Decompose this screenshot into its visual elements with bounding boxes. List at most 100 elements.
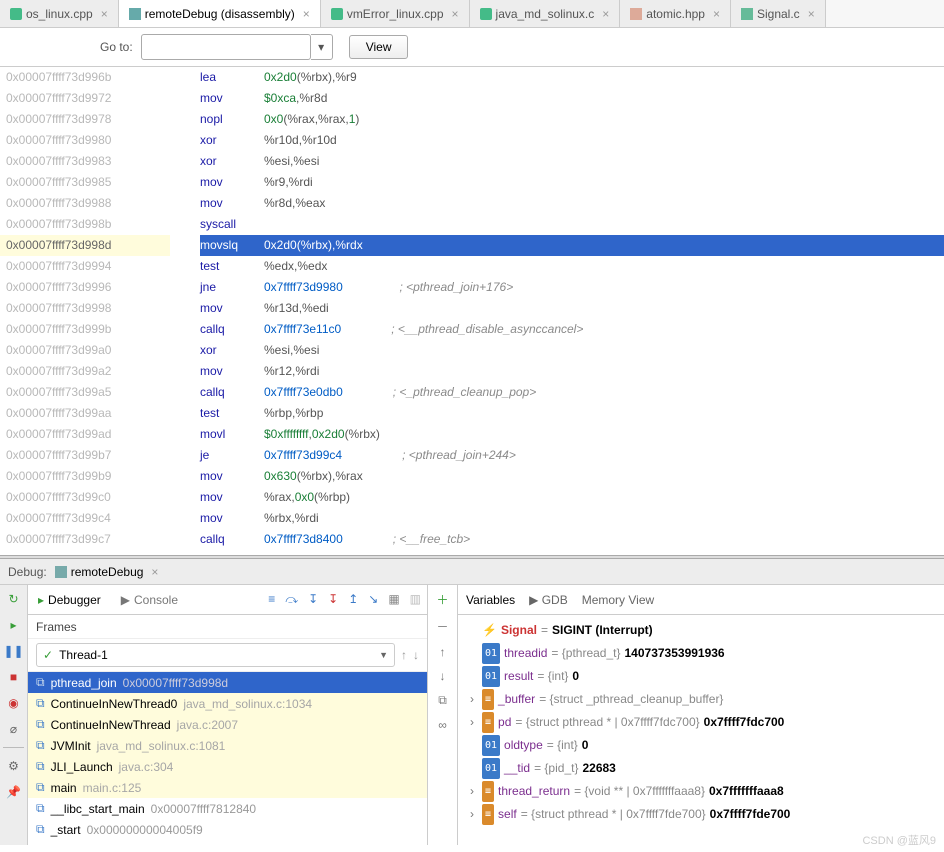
close-icon[interactable]: × <box>101 7 108 21</box>
asm-row[interactable]: 0x00007ffff73d99b7je0x7ffff73d99c4 ; <pt… <box>0 445 944 466</box>
asm-row[interactable]: 0x00007ffff73d9988mov%r8d,%eax <box>0 193 944 214</box>
thread-name: Thread-1 <box>59 648 108 662</box>
down-icon[interactable]: ↓ <box>440 669 446 683</box>
close-icon[interactable]: × <box>808 7 815 21</box>
file-tab[interactable]: vmError_linux.cpp× <box>321 0 470 27</box>
mute-breakpoints-icon[interactable]: ⌀ <box>6 721 22 737</box>
up-icon[interactable]: ↑ <box>440 645 446 659</box>
view-button[interactable]: View <box>349 35 409 59</box>
link-icon[interactable]: ∞ <box>438 718 447 732</box>
stack-frame[interactable]: ⧉main main.c:125 <box>28 777 427 798</box>
asm-row[interactable]: 0x00007ffff73d99a2mov%r12,%rdi <box>0 361 944 382</box>
variable-row[interactable]: ›≡ pd = {struct pthread * | 0x7ffff7fdc7… <box>462 711 940 734</box>
debug-config-tab[interactable]: remoteDebug × <box>55 565 159 579</box>
stack-frame[interactable]: ⧉ContinueInNewThread0 java_md_solinux.c:… <box>28 693 427 714</box>
variables-list[interactable]: ⚡ Signal = SIGINT (Interrupt)01 threadid… <box>458 615 944 845</box>
rerun-icon[interactable]: ↻ <box>6 591 22 607</box>
asm-row[interactable]: 0x00007ffff73d9996jne0x7ffff73d9980 ; <p… <box>0 277 944 298</box>
expand-icon[interactable]: › <box>466 781 478 802</box>
view-breakpoints-icon[interactable]: ◉ <box>6 695 22 711</box>
asm-row[interactable]: 0x00007ffff73d999bcallq0x7ffff73e11c0 ; … <box>0 319 944 340</box>
file-tab[interactable]: os_linux.cpp× <box>0 0 119 27</box>
asm-row[interactable]: 0x00007ffff73d99a5callq0x7ffff73e0db0 ; … <box>0 382 944 403</box>
file-tab[interactable]: atomic.hpp× <box>620 0 731 27</box>
variable-row[interactable]: 01 result = {int} 0 <box>462 665 940 688</box>
step-out-icon[interactable]: ↥ <box>348 592 358 607</box>
force-step-into-icon[interactable]: ↧ <box>328 592 338 607</box>
thread-selector[interactable]: ✓ Thread-1 ▼ <box>36 643 395 667</box>
stack-frame[interactable]: ⧉JVMInit java_md_solinux.c:1081 <box>28 735 427 756</box>
console-tab[interactable]: ▶Console <box>117 589 182 611</box>
evaluate-icon[interactable]: ▦ <box>388 592 399 607</box>
close-icon[interactable]: × <box>602 7 609 21</box>
remove-watch-icon[interactable]: － <box>436 618 448 635</box>
frames-list[interactable]: ⧉pthread_join 0x00007ffff73d998d⧉Continu… <box>28 672 427 845</box>
asm-row[interactable]: 0x00007ffff73d9998mov%r13d,%edi <box>0 298 944 319</box>
asm-row[interactable]: 0x00007ffff73d99a0xor%esi,%esi <box>0 340 944 361</box>
asm-row[interactable]: 0x00007ffff73d9972mov$0xca,%r8d <box>0 88 944 109</box>
settings-icon[interactable]: ⚙ <box>6 758 22 774</box>
file-tab[interactable]: remoteDebug (disassembly)× <box>119 0 321 27</box>
run-to-cursor-icon[interactable]: ↘ <box>368 592 378 607</box>
frame-up-icon[interactable]: ↑ <box>401 648 407 662</box>
frames-side-toolbar: ＋ － ↑ ↓ ⧉ ∞ <box>428 585 458 845</box>
close-icon[interactable]: × <box>713 7 720 21</box>
stack-frame[interactable]: ⧉pthread_join 0x00007ffff73d998d <box>28 672 427 693</box>
pin-icon[interactable]: 📌 <box>6 784 22 800</box>
asm-row[interactable]: 0x00007ffff73d99aatest%rbp,%rbp <box>0 403 944 424</box>
close-icon[interactable]: × <box>303 7 310 21</box>
debugger-tab[interactable]: ▸Debugger <box>34 589 105 611</box>
variable-row[interactable]: ›≡ thread_return = {void ** | 0x7fffffff… <box>462 780 940 803</box>
stop-icon[interactable]: ■ <box>6 669 22 685</box>
variable-row[interactable]: ›≡ _buffer = {struct _pthread_cleanup_bu… <box>462 688 940 711</box>
more-icon[interactable]: ▥ <box>410 592 421 607</box>
show-exec-point-icon[interactable]: ≡ <box>268 592 275 607</box>
variables-tab[interactable]: Variables <box>466 593 515 607</box>
asm-row[interactable]: 0x00007ffff73d998dmovslq0x2d0(%rbx),%rdx <box>0 235 944 256</box>
disassembly-view[interactable]: 0x00007ffff73d996blea0x2d0(%rbx),%r90x00… <box>0 67 944 555</box>
asm-row[interactable]: 0x00007ffff73d99c4mov%rbx,%rdi <box>0 508 944 529</box>
var-type: = {struct pthread * | 0x7ffff7fde700} <box>521 804 706 825</box>
close-icon[interactable]: × <box>151 565 158 579</box>
add-watch-icon[interactable]: ＋ <box>436 591 448 608</box>
asm-row[interactable]: 0x00007ffff73d99c7callq0x7ffff73d8400 ; … <box>0 529 944 550</box>
goto-dropdown-arrow[interactable]: ▾ <box>311 34 333 60</box>
asm-row[interactable]: 0x00007ffff73d998bsyscall <box>0 214 944 235</box>
resume-icon[interactable]: ▸ <box>6 617 22 633</box>
memory-view-tab[interactable]: Memory View <box>582 593 654 607</box>
goto-combobox[interactable] <box>141 34 311 60</box>
asm-row[interactable]: 0x00007ffff73d9994test%edx,%edx <box>0 256 944 277</box>
var-value: 0 <box>572 666 579 687</box>
file-tab[interactable]: java_md_solinux.c× <box>470 0 621 27</box>
variable-row[interactable]: 01 threadid = {pthread_t} 14073735399193… <box>462 642 940 665</box>
variable-row[interactable]: ⚡ Signal = SIGINT (Interrupt) <box>462 619 940 642</box>
asm-row[interactable]: 0x00007ffff73d99ccxor%eax,%eax <box>0 550 944 555</box>
variable-row[interactable]: ›≡ self = {struct pthread * | 0x7ffff7fd… <box>462 803 940 826</box>
gdb-tab[interactable]: ▶ GDB <box>529 593 568 607</box>
copy-icon[interactable]: ⧉ <box>438 693 447 708</box>
stack-frame[interactable]: ⧉JLI_Launch java.c:304 <box>28 756 427 777</box>
step-over-icon[interactable]: ⤼ <box>285 592 298 607</box>
asm-row[interactable]: 0x00007ffff73d9980xor%r10d,%r10d <box>0 130 944 151</box>
asm-row[interactable]: 0x00007ffff73d9978nopl0x0(%rax,%rax,1) <box>0 109 944 130</box>
stack-frame[interactable]: ⧉ContinueInNewThread java.c:2007 <box>28 714 427 735</box>
file-icon <box>741 8 753 20</box>
pause-icon[interactable]: ❚❚ <box>6 643 22 659</box>
variable-row[interactable]: 01 __tid = {pid_t} 22683 <box>462 757 940 780</box>
expand-icon[interactable]: › <box>466 712 478 733</box>
asm-row[interactable]: 0x00007ffff73d99admovl$0xffffffff,0x2d0(… <box>0 424 944 445</box>
stack-frame[interactable]: ⧉__libc_start_main 0x00007ffff7812840 <box>28 798 427 819</box>
expand-icon[interactable]: › <box>466 804 478 825</box>
asm-row[interactable]: 0x00007ffff73d996blea0x2d0(%rbx),%r9 <box>0 67 944 88</box>
stack-frame[interactable]: ⧉_start 0x00000000004005f9 <box>28 819 427 840</box>
asm-row[interactable]: 0x00007ffff73d9983xor%esi,%esi <box>0 151 944 172</box>
expand-icon[interactable]: › <box>466 689 478 710</box>
variable-row[interactable]: 01 oldtype = {int} 0 <box>462 734 940 757</box>
asm-row[interactable]: 0x00007ffff73d99c0mov%rax,0x0(%rbp) <box>0 487 944 508</box>
file-tab[interactable]: Signal.c× <box>731 0 826 27</box>
step-into-icon[interactable]: ↧ <box>308 592 318 607</box>
frame-down-icon[interactable]: ↓ <box>413 648 419 662</box>
asm-row[interactable]: 0x00007ffff73d9985mov%r9,%rdi <box>0 172 944 193</box>
close-icon[interactable]: × <box>452 7 459 21</box>
asm-row[interactable]: 0x00007ffff73d99b9mov0x630(%rbx),%rax <box>0 466 944 487</box>
